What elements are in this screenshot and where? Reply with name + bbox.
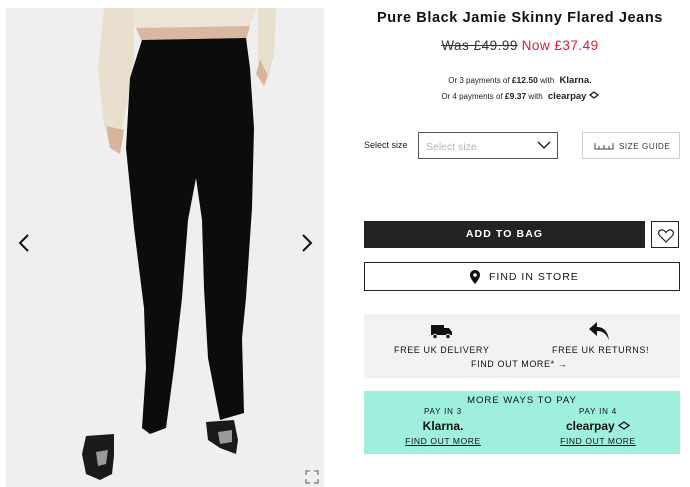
delivery-find-out-more-link[interactable]: FIND OUT MORE* →: [471, 359, 567, 369]
klarna-prefix: Or 3 payments of: [448, 76, 510, 85]
product-photo: [6, 8, 324, 487]
klarna-with: with: [540, 76, 555, 85]
clearpay-pay-in-label: PAY IN 4: [579, 407, 617, 416]
heart-icon: [658, 229, 674, 243]
size-label: Select size: [364, 140, 408, 150]
price-now: Now £37.49: [521, 38, 599, 53]
size-guide-label: SIZE GUIDE: [619, 142, 671, 151]
previous-image-arrow-icon[interactable]: [14, 232, 34, 254]
truck-icon: [431, 325, 452, 339]
clearpay-with: with: [528, 92, 543, 101]
product-image-gallery: [6, 8, 324, 487]
find-in-store-button[interactable]: FIND IN STORE: [364, 262, 680, 291]
klarna-column: PAY IN 3 Klarna. FIND OUT MORE: [383, 407, 503, 446]
delivery-info-panel: FREE UK DELIVERY FREE UK RETURNS! FIND O…: [364, 314, 680, 378]
next-image-arrow-icon[interactable]: [297, 232, 317, 254]
wishlist-button[interactable]: [651, 221, 679, 248]
size-guide-button[interactable]: SIZE GUIDE: [582, 132, 680, 159]
ways-to-pay-heading: MORE WAYS TO PAY: [467, 395, 577, 406]
klarna-logo: Klarna.: [422, 419, 464, 433]
expand-image-icon[interactable]: [305, 470, 319, 484]
klarna-find-out-more-link[interactable]: FIND OUT MORE: [383, 436, 503, 446]
klarna-brand-logo: Klarna.: [559, 75, 592, 86]
clearpay-prefix: Or 4 payments of: [441, 92, 503, 101]
clearpay-logo-text: clearpay: [565, 419, 615, 433]
ruler-icon: [594, 143, 614, 150]
clearpay-find-out-more-link[interactable]: FIND OUT MORE: [538, 436, 658, 446]
price-was: Was £49.99: [441, 38, 518, 53]
klarna-pay-in-label: PAY IN 3: [424, 407, 462, 416]
more-ways-to-pay-panel: MORE WAYS TO PAY PAY IN 3 Klarna. FIND O…: [364, 391, 680, 454]
size-select-dropdown[interactable]: Select size: [418, 132, 558, 159]
clearpay-amount: £9.37: [504, 91, 527, 101]
clearpay-logo-arrows-icon: [617, 421, 631, 430]
product-title: Pure Black Jamie Skinny Flared Jeans: [377, 10, 663, 26]
price-block: Was £49.99 Now £37.49: [360, 38, 680, 53]
free-returns-label: FREE UK RETURNS!: [552, 345, 650, 355]
add-to-bag-button[interactable]: ADD TO BAG: [364, 221, 645, 248]
chevron-down-icon: [537, 141, 551, 150]
clearpay-logo: clearpay: [538, 419, 658, 433]
klarna-installment-line: Or 3 payments of £12.50 with Klarna.: [360, 75, 680, 86]
clearpay-arrows-icon: [588, 91, 599, 99]
clearpay-column: PAY IN 4 clearpay FIND OUT MORE: [538, 407, 658, 446]
find-in-store-label: FIND IN STORE: [489, 271, 579, 283]
free-delivery-label: FREE UK DELIVERY: [394, 345, 490, 355]
clearpay-installment-line: Or 4 payments of £9.37 with clearpay: [360, 91, 680, 102]
size-select-placeholder: Select size: [426, 141, 477, 153]
clearpay-brand-logo: clearpay: [547, 91, 587, 102]
map-pin-icon: [470, 270, 480, 284]
return-arrow-icon: [589, 322, 609, 340]
klarna-amount: £12.50: [511, 75, 538, 85]
